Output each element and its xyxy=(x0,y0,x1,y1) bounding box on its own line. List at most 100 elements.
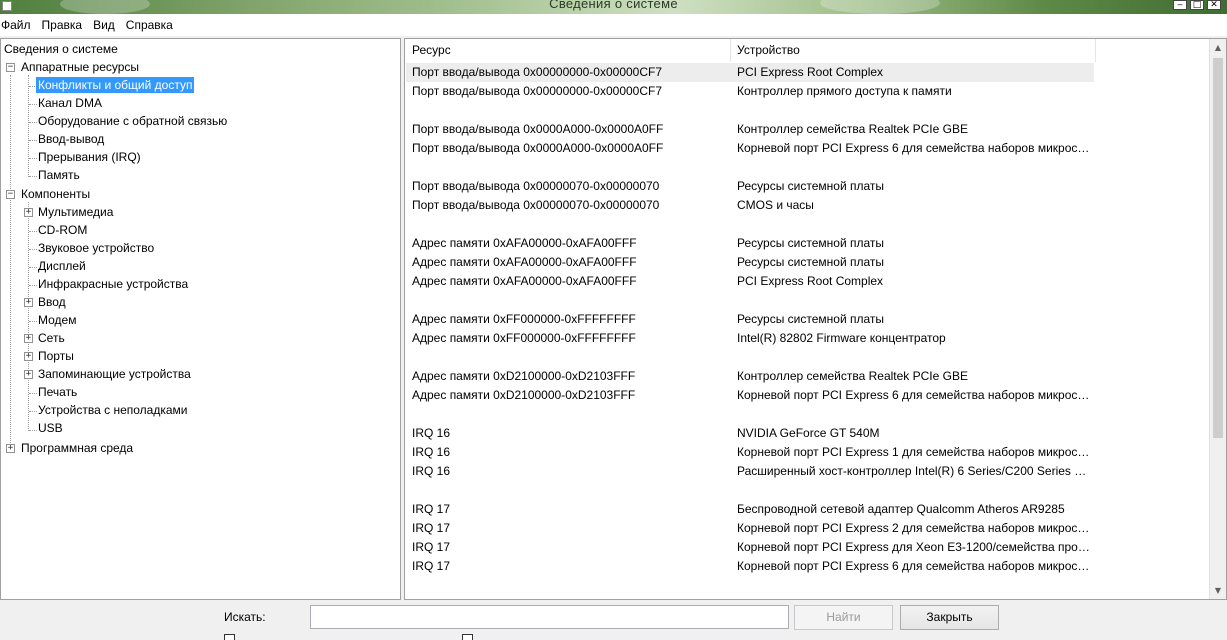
device-cell: Расширенный хост-контроллер Intel(R) 6 S… xyxy=(737,464,1092,478)
table-row[interactable]: Адрес памяти 0xAFA00000-0xAFA00FFF PCI Ex… xyxy=(406,272,1094,291)
tree-item-network[interactable]: Сеть xyxy=(38,330,65,347)
resource-cell: Порт ввода/вывода 0x00000000-0x00000CF7 xyxy=(412,84,663,98)
table-row[interactable]: IRQ 17 Беспроводной сетевой адаптер Qualc… xyxy=(406,500,1094,519)
tree-item-label: Сведения о системе xyxy=(4,42,118,56)
tree-item-irq[interactable]: Прерывания (IRQ) xyxy=(38,149,141,166)
tree-item-input[interactable]: Ввод xyxy=(38,294,66,311)
tree-connector xyxy=(29,122,37,123)
title-bar: Сведения о системе ‒ □ ✕ xyxy=(0,0,1227,14)
tree-item-modem[interactable]: Модем xyxy=(38,312,76,329)
table-row[interactable]: Порт ввода/вывода 0x00000000-0x00000CF7 К… xyxy=(406,82,1094,101)
tree-item-cdrom[interactable]: CD-ROM xyxy=(38,222,87,239)
table-row[interactable]: Порт ввода/вывода 0x00000070-0x00000070 Р… xyxy=(406,177,1094,196)
expand-icon[interactable]: + xyxy=(24,334,33,343)
tree-item-label: Программная среда xyxy=(21,441,134,455)
tree-connector xyxy=(29,176,37,177)
details-list[interactable]: Ресурс Устройство Порт ввода/вывода 0x00… xyxy=(404,38,1227,600)
vertical-scrollbar[interactable]: ▲ ▼ xyxy=(1209,39,1226,599)
search-input[interactable] xyxy=(310,605,789,629)
tree-item-root[interactable]: Сведения о системе xyxy=(4,41,118,58)
resource-cell: IRQ 17 xyxy=(412,540,451,554)
tree-item-conflicts[interactable]: Конфликты и общий доступ xyxy=(36,77,195,94)
tree-item-multimedia[interactable]: Мультимедиа xyxy=(38,204,113,221)
table-row-spacer xyxy=(406,481,1094,500)
tree-item-sound[interactable]: Звуковое устройство xyxy=(38,240,154,257)
resource-cell: IRQ 16 xyxy=(412,464,451,478)
tree-item-memory[interactable]: Память xyxy=(38,167,80,184)
table-row[interactable]: IRQ 17 Корневой порт PCI Express для Xeon… xyxy=(406,538,1094,557)
scroll-up-icon[interactable]: ▲ xyxy=(1210,39,1226,56)
category-tree[interactable]: Сведения о системе − Аппаратные ресурсы … xyxy=(0,38,401,600)
table-row[interactable]: Адрес памяти 0xD2100000-0xD2103FFF Корнев… xyxy=(406,386,1094,405)
tree-item-label: Инфракрасные устройства xyxy=(38,277,189,291)
expand-icon[interactable]: + xyxy=(24,298,33,307)
window-controls: ‒ □ ✕ xyxy=(1170,0,1221,10)
tree-item-printing[interactable]: Печать xyxy=(38,384,77,401)
table-row[interactable]: Порт ввода/вывода 0x0000A000-0x0000A0FF К… xyxy=(406,120,1094,139)
expand-icon[interactable]: + xyxy=(6,444,15,453)
menu-help[interactable]: Справка xyxy=(125,18,179,32)
tree-item-label: Порты xyxy=(38,349,74,363)
table-row[interactable]: Адрес памяти 0xAFA00000-0xAFA00FFF Ресурс… xyxy=(406,234,1094,253)
tree-item-dma[interactable]: Канал DMA xyxy=(38,95,102,112)
menu-view[interactable]: Вид xyxy=(92,18,121,32)
table-row[interactable]: Адрес памяти 0xAFA00000-0xAFA00FFF Ресурс… xyxy=(406,253,1094,272)
table-row[interactable]: IRQ 16 Расширенный хост-контроллер Intel(… xyxy=(406,462,1094,481)
minimize-button[interactable]: ‒ xyxy=(1173,0,1187,10)
table-row[interactable]: Адрес памяти 0xD2100000-0xD2103FFF Контро… xyxy=(406,367,1094,386)
tree-item-infrared[interactable]: Инфракрасные устройства xyxy=(38,276,188,293)
table-row[interactable]: Адрес памяти 0xFF000000-0xFFFFFFFF Intel(… xyxy=(406,329,1094,348)
table-row-spacer xyxy=(406,215,1094,234)
search-option-checkbox[interactable] xyxy=(462,634,473,640)
device-cell: PCI Express Root Complex xyxy=(737,65,884,79)
tree-item-display[interactable]: Дисплей xyxy=(38,258,86,275)
table-row[interactable]: IRQ 16 Корневой порт PCI Express 1 для се… xyxy=(406,443,1094,462)
maximize-button[interactable]: □ xyxy=(1190,0,1204,10)
collapse-icon[interactable]: − xyxy=(6,63,15,72)
close-window-button[interactable]: ✕ xyxy=(1207,0,1221,10)
tree-item-storage[interactable]: Запоминающие устройства xyxy=(38,366,191,383)
tree-item-forced-hardware[interactable]: Оборудование с обратной связью xyxy=(38,113,227,130)
table-row[interactable]: Порт ввода/вывода 0x00000070-0x00000070 C… xyxy=(406,196,1094,215)
collapse-icon[interactable]: − xyxy=(6,190,15,199)
table-row[interactable]: Порт ввода/вывода 0x00000000-0x00000CF7 P… xyxy=(406,63,1094,82)
expand-icon[interactable]: + xyxy=(24,208,33,217)
device-cell: Ресурсы системной платы xyxy=(737,255,885,269)
tree-item-ports[interactable]: Порты xyxy=(38,348,74,365)
column-header-device[interactable]: Устройство xyxy=(731,39,1096,62)
table-row[interactable]: Адрес памяти 0xFF000000-0xFFFFFFFF Ресурс… xyxy=(406,310,1094,329)
resource-cell: Адрес памяти 0xAFA00000-0xAFA00FFF xyxy=(412,274,637,288)
tree-connector xyxy=(29,267,37,268)
column-header-resource[interactable]: Ресурс xyxy=(406,39,731,62)
expand-icon[interactable]: + xyxy=(24,370,33,379)
table-row[interactable]: Порт ввода/вывода 0x0000A000-0x0000A0FF К… xyxy=(406,139,1094,158)
menu-edit[interactable]: Правка xyxy=(41,18,89,32)
tree-item-hardware-resources[interactable]: Аппаратные ресурсы xyxy=(21,59,139,76)
table-row[interactable]: IRQ 17 Корневой порт PCI Express 6 для се… xyxy=(406,557,1094,576)
device-cell: Контроллер семейства Realtek PCIe GBE xyxy=(737,122,968,136)
tree-item-problem-devices[interactable]: Устройства с неполадками xyxy=(38,402,187,419)
menu-file[interactable]: Файл xyxy=(0,18,37,32)
tree-item-components[interactable]: Компоненты xyxy=(21,186,90,203)
expand-icon[interactable]: + xyxy=(24,352,33,361)
tree-connector xyxy=(29,249,37,250)
resource-cell: Порт ввода/вывода 0x0000A000-0x0000A0FF xyxy=(412,141,664,155)
device-cell: CMOS и часы xyxy=(737,198,814,212)
device-cell: Корневой порт PCI Express 1 для семейств… xyxy=(737,445,1092,459)
close-button[interactable]: Закрыть xyxy=(900,605,999,630)
tree-item-label: Память xyxy=(38,168,80,182)
scrollbar-thumb[interactable] xyxy=(1213,58,1223,438)
tree-item-label: Оборудование с обратной связью xyxy=(38,114,228,128)
device-cell: Корневой порт PCI Express 6 для семейств… xyxy=(737,388,1092,402)
tree-item-io[interactable]: Ввод-вывод xyxy=(38,131,104,148)
tree-item-software-environment[interactable]: Программная среда xyxy=(21,440,133,457)
resource-cell: Адрес памяти 0xAFA00000-0xAFA00FFF xyxy=(412,236,637,250)
search-option-checkbox[interactable] xyxy=(224,634,235,640)
find-button[interactable]: Найти xyxy=(794,605,893,630)
table-row[interactable]: IRQ 17 Корневой порт PCI Express 2 для се… xyxy=(406,519,1094,538)
tree-connector xyxy=(29,231,37,232)
window-title: Сведения о системе xyxy=(549,0,678,11)
scroll-down-icon[interactable]: ▼ xyxy=(1210,582,1226,599)
tree-item-usb[interactable]: USB xyxy=(38,420,63,437)
table-row[interactable]: IRQ 16 NVIDIA GeForce GT 540M xyxy=(406,424,1094,443)
